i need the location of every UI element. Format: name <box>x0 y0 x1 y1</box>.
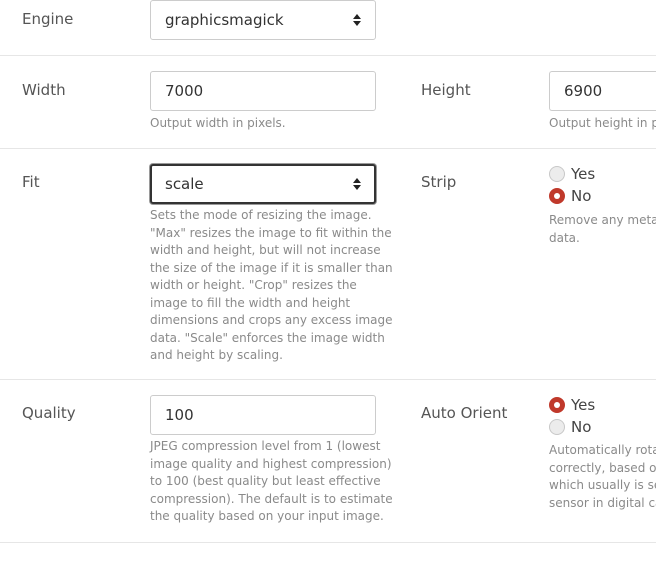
image-resize-settings-form: Engine graphicsmagick Width 7000 Output … <box>0 0 656 581</box>
quality-input-value: 100 <box>165 406 194 424</box>
width-input[interactable]: 7000 <box>150 71 376 111</box>
strip-yes-label: Yes <box>571 165 596 183</box>
fit-select[interactable]: scale <box>150 164 376 204</box>
auto-orient-no-radio[interactable]: No <box>549 418 591 436</box>
fit-select-value: scale <box>165 175 204 193</box>
auto-orient-yes-label: Yes <box>571 396 596 414</box>
strip-help-text: Remove any metad data. <box>549 213 656 245</box>
height-label: Height <box>421 81 471 99</box>
height-input[interactable]: 6900 <box>549 71 656 111</box>
auto-orient-no-label: No <box>571 418 592 436</box>
radio-unchecked-icon <box>549 419 565 435</box>
auto-orient-yes-radio[interactable]: Yes <box>549 396 595 414</box>
fit-strip-row: Fit scale Sets the mode of resizing the … <box>0 149 656 380</box>
auto-orient-help-text: Automatically rotat correctly, based on … <box>549 443 656 510</box>
quality-label: Quality <box>22 404 76 422</box>
strip-no-radio[interactable]: No <box>549 187 591 205</box>
strip-label: Strip <box>421 173 457 191</box>
radio-checked-icon <box>549 188 565 204</box>
engine-label: Engine <box>22 10 74 28</box>
engine-select-value: graphicsmagick <box>165 11 284 29</box>
select-caret-icon <box>353 14 361 26</box>
radio-checked-icon <box>549 397 565 413</box>
fit-label: Fit <box>22 173 40 191</box>
quality-orient-row: Quality 100 JPEG compression level from … <box>0 380 656 543</box>
select-caret-icon <box>353 178 361 190</box>
height-input-value: 6900 <box>564 82 603 100</box>
engine-row: Engine graphicsmagick <box>0 0 656 56</box>
quality-input[interactable]: 100 <box>150 395 376 435</box>
quality-help-text: JPEG compression level from 1 (lowest im… <box>150 439 393 523</box>
width-help-text: Output width in pixels. <box>150 116 286 130</box>
strip-yes-radio[interactable]: Yes <box>549 165 595 183</box>
dimensions-row: Width 7000 Output width in pixels. Heigh… <box>0 56 656 149</box>
width-label: Width <box>22 81 66 99</box>
fit-help-text: Sets the mode of resizing the image. "Ma… <box>150 208 393 362</box>
strip-no-label: No <box>571 187 592 205</box>
engine-select[interactable]: graphicsmagick <box>150 0 376 40</box>
width-input-value: 7000 <box>165 82 204 100</box>
radio-unchecked-icon <box>549 166 565 182</box>
auto-orient-label: Auto Orient <box>421 404 508 422</box>
height-help-text: Output height in pi <box>549 116 656 130</box>
